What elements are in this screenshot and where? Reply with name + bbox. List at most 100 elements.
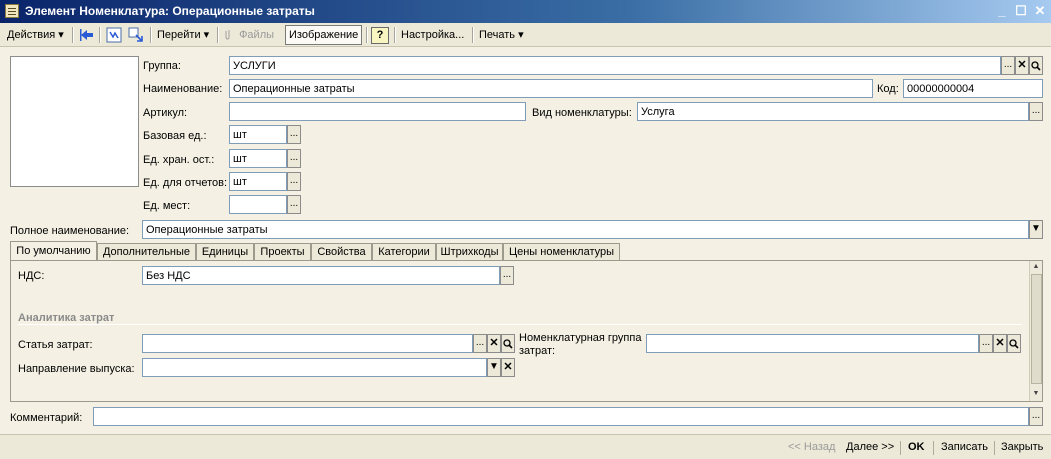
output-direction-dropdown-button[interactable]: ▼ [487,358,501,377]
report-unit-select-button[interactable]: ... [287,172,301,191]
group-select-button[interactable]: ... [1001,56,1015,75]
cost-item-clear-button[interactable]: ✕ [487,334,501,353]
full-name-label: Полное наименование: [10,225,130,237]
cost-analytics-section-title: Аналитика затрат [18,312,115,324]
paperclip-icon [225,30,230,40]
report-unit-label: Ед. для отчетов: [143,177,228,189]
back-button[interactable]: << Назад [788,439,835,456]
base-unit-field[interactable]: шт [229,125,287,144]
magnifier-icon [1031,61,1041,71]
bottom-bar: << Назад Далее >> OK Записать Закрыть [0,434,1051,459]
tab-prices[interactable]: Цены номенклатуры [503,243,620,261]
close-window-button[interactable]: ✕ [1031,3,1049,19]
item-image[interactable] [10,56,139,187]
title-bar: Элемент Номенклатура: Операционные затра… [0,0,1051,23]
kind-select-button[interactable]: ... [1029,102,1043,121]
tab-default[interactable]: По умолчанию [10,241,97,262]
report-unit-field[interactable]: шт [229,172,287,191]
next-button[interactable]: Далее >> [846,439,894,456]
scroll-up-icon[interactable]: ▲ [1030,261,1042,273]
nomen-group-field[interactable] [646,334,979,353]
nomen-group-label-line2: затрат: [519,345,556,357]
article-field[interactable] [229,102,526,121]
cost-item-open-button[interactable] [501,334,515,353]
tab-projects[interactable]: Проекты [254,243,311,261]
actions-menu-label: Действия [7,29,56,41]
storage-unit-select-button[interactable]: ... [287,149,301,168]
place-unit-select-button[interactable]: ... [287,195,301,214]
tab-categories[interactable]: Категории [372,243,436,261]
chevron-down-icon: ▾ [518,29,524,41]
kind-label: Вид номенклатуры: [532,107,632,119]
image-button[interactable]: Изображение [285,25,363,45]
tab-properties[interactable]: Свойства [311,243,372,261]
section-divider [18,324,1022,325]
tab-additional[interactable]: Дополнительные [97,243,196,261]
print-menu[interactable]: Печать ▾ [476,25,527,45]
toolbar-separator [217,27,219,43]
base-unit-label: Базовая ед.: [143,130,207,142]
group-clear-button[interactable]: ✕ [1015,56,1029,75]
code-field[interactable]: 00000000004 [903,79,1043,98]
code-label: Код: [877,83,899,95]
toolbar: Действия ▾ Перейти ▾ Файлы Изображение ?… [0,23,1051,47]
tab-barcodes[interactable]: Штрихкоды [436,243,503,261]
vat-select-button[interactable]: ... [500,266,514,285]
structure-icon[interactable] [106,27,122,43]
save-button[interactable]: Записать [941,439,988,456]
actions-menu[interactable]: Действия ▾ [4,25,67,45]
footer-separator [933,441,934,455]
go-menu[interactable]: Перейти ▾ [154,25,212,45]
scroll-down-icon[interactable]: ▼ [1030,388,1042,400]
go-to-list-icon[interactable] [79,27,95,43]
ok-button[interactable]: OK [908,439,925,456]
group-open-button[interactable] [1029,56,1043,75]
kind-field[interactable]: Услуга [637,102,1029,121]
full-name-dropdown-button[interactable]: ▼ [1029,220,1043,239]
vat-field[interactable]: Без НДС [142,266,500,285]
help-icon: ? [376,29,384,41]
files-button-label: Файлы [239,29,275,41]
comment-field[interactable] [93,407,1029,426]
tab-units[interactable]: Единицы [196,243,254,261]
vertical-scrollbar[interactable]: ▲ ▼ [1029,261,1042,401]
cost-item-select-button[interactable]: ... [473,334,487,353]
magnifier-icon [1009,339,1019,349]
print-menu-label: Печать [479,29,516,41]
scroll-thumb[interactable] [1031,274,1042,384]
output-direction-clear-button[interactable]: ✕ [501,358,515,377]
chevron-down-icon: ▾ [203,29,210,41]
form-document-icon [5,4,19,18]
place-unit-field[interactable] [229,195,287,214]
maximize-button[interactable]: ☐ [1012,3,1030,19]
toolbar-separator [150,27,152,43]
base-unit-select-button[interactable]: ... [287,125,301,144]
nomen-group-select-button[interactable]: ... [979,334,993,353]
window-title: Элемент Номенклатура: Операционные затра… [25,4,315,18]
vat-label: НДС: [18,270,45,282]
refresh-icon[interactable] [128,27,144,43]
toolbar-separator [366,27,368,43]
files-button[interactable]: Файлы [221,25,277,45]
settings-button[interactable]: Настройка... [398,25,467,45]
name-field[interactable]: Операционные затраты [229,79,873,98]
storage-unit-field[interactable]: шт [229,149,287,168]
nomen-group-clear-button[interactable]: ✕ [993,334,1007,353]
minimize-button[interactable]: _ [993,3,1011,19]
storage-unit-label: Ед. хран. ост.: [143,154,215,166]
cost-item-field[interactable] [142,334,473,353]
close-button[interactable]: Закрыть [1001,439,1043,456]
help-button[interactable]: ? [371,27,389,44]
output-direction-field[interactable] [142,358,487,377]
chevron-down-icon: ▾ [58,29,64,41]
article-label: Артикул: [143,107,188,119]
footer-separator [994,441,995,455]
name-label: Наименование: [143,83,223,95]
footer-separator [900,441,901,455]
comment-select-button[interactable]: ... [1029,407,1043,426]
toolbar-separator [394,27,396,43]
toolbar-separator [99,27,101,43]
nomen-group-open-button[interactable] [1007,334,1021,353]
group-field[interactable]: УСЛУГИ [229,56,1001,75]
full-name-field[interactable]: Операционные затраты [142,220,1029,239]
